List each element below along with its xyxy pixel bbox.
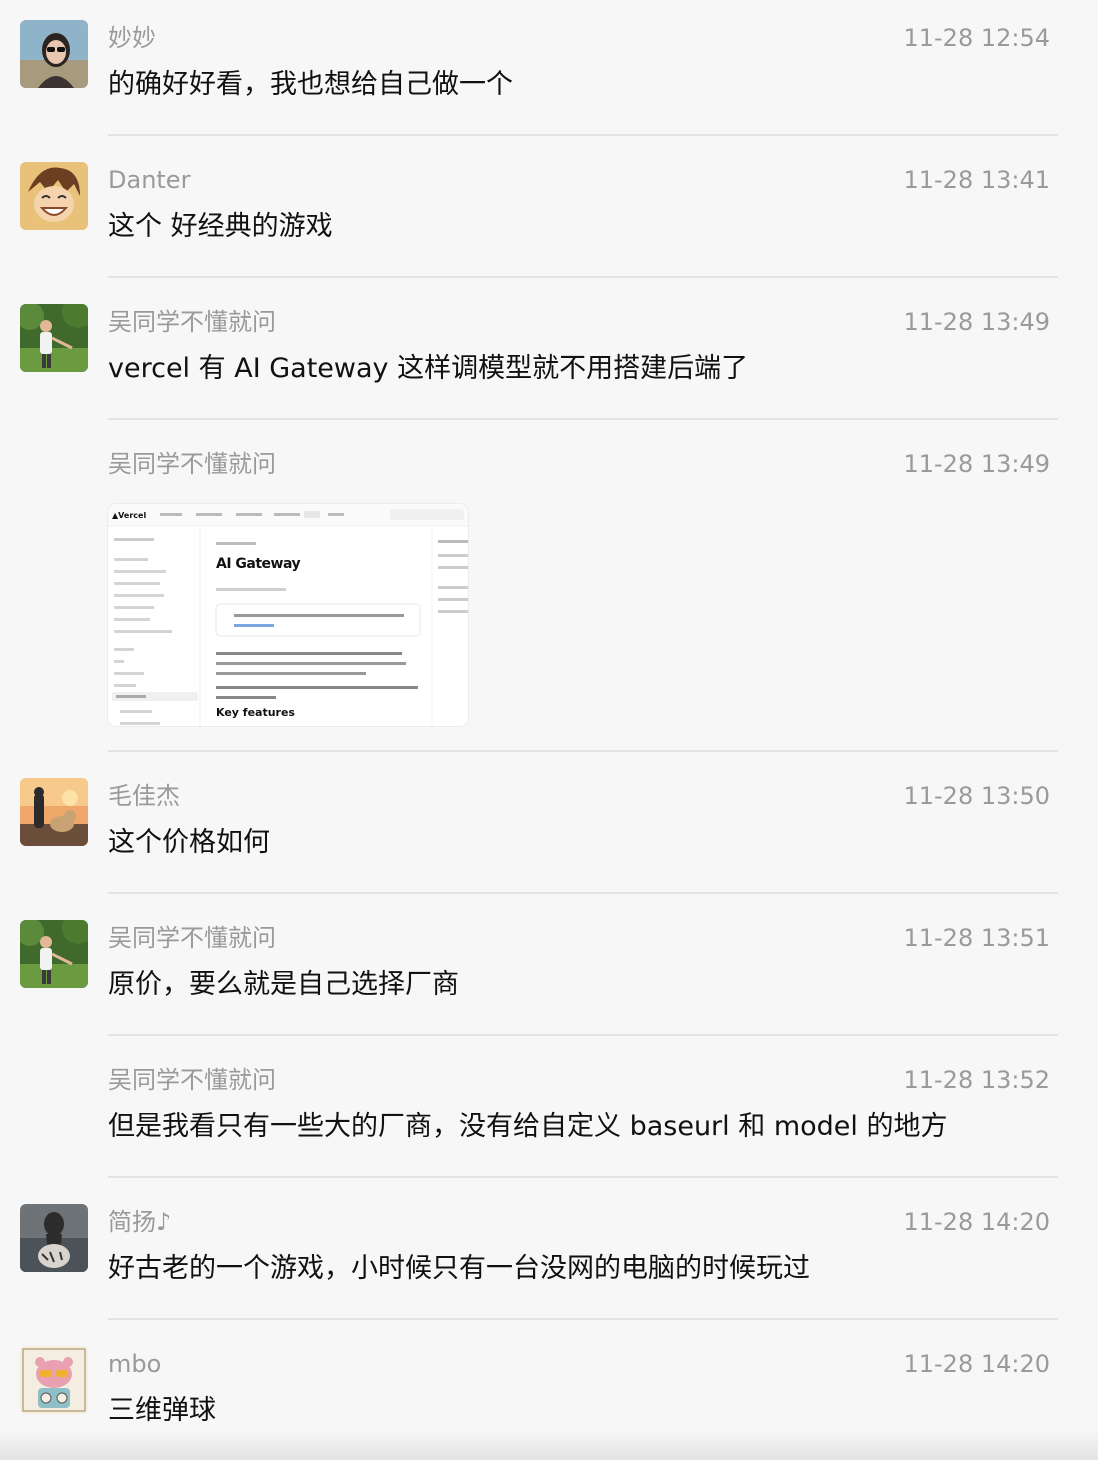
message-text: 三维弹球	[108, 1395, 216, 1426]
divider	[108, 1176, 1058, 1178]
message-text: 好古老的一个游戏，小时候只有一台没网的电脑的时候玩过	[108, 1253, 810, 1284]
timestamp: 11-28 13:52	[903, 1066, 1050, 1094]
user-name[interactable]: 妙妙	[108, 22, 156, 54]
bottom-shadow	[0, 1430, 1098, 1460]
image-brand: ▲Vercel	[112, 511, 147, 520]
user-avatar[interactable]	[20, 162, 88, 230]
divider	[108, 276, 1058, 278]
comment-list: 妙妙 11-28 12:54 的确好好看，我也想给自己做一个 Danter 11…	[0, 0, 1098, 1460]
user-name[interactable]: Danter	[108, 164, 190, 196]
user-name[interactable]: mbo	[108, 1348, 161, 1380]
timestamp: 11-28 12:54	[903, 24, 1050, 52]
message-text: vercel 有 AI Gateway 这样调模型就不用搭建后端了	[108, 353, 749, 384]
divider	[108, 134, 1058, 136]
user-avatar[interactable]	[20, 304, 88, 372]
image-attachment[interactable]: ▲Vercel AI Gateway Key features	[108, 504, 468, 726]
message-text: 这个 好经典的游戏	[108, 211, 333, 242]
user-name[interactable]: 吴同学不懂就问	[108, 922, 276, 954]
timestamp: 11-28 14:20	[903, 1208, 1050, 1236]
timestamp: 11-28 13:41	[903, 166, 1050, 194]
user-name[interactable]: 毛佳杰	[108, 780, 180, 812]
timestamp: 11-28 13:49	[903, 308, 1050, 336]
divider	[108, 892, 1058, 894]
user-name[interactable]: 吴同学不懂就问	[108, 306, 276, 338]
image-subtitle: Key features	[216, 706, 295, 719]
divider	[108, 418, 1058, 420]
timestamp: 11-28 13:49	[903, 450, 1050, 478]
image-title: AI Gateway	[216, 556, 301, 572]
user-avatar[interactable]	[20, 1346, 88, 1414]
user-name[interactable]: 简扬♪	[108, 1206, 171, 1238]
timestamp: 11-28 13:51	[903, 924, 1050, 952]
message-text: 但是我看只有一些大的厂商，没有给自定义 baseurl 和 model 的地方	[108, 1111, 948, 1142]
user-name[interactable]: 吴同学不懂就问	[108, 448, 276, 480]
message-text: 原价，要么就是自己选择厂商	[108, 969, 459, 1000]
user-avatar[interactable]	[20, 920, 88, 988]
divider	[108, 750, 1058, 752]
user-avatar[interactable]	[20, 778, 88, 846]
timestamp: 11-28 14:20	[903, 1350, 1050, 1378]
divider	[108, 1034, 1058, 1036]
timestamp: 11-28 13:50	[903, 782, 1050, 810]
user-avatar[interactable]	[20, 1204, 88, 1272]
message-text: 的确好好看，我也想给自己做一个	[108, 69, 513, 100]
divider	[108, 1318, 1058, 1320]
user-name[interactable]: 吴同学不懂就问	[108, 1064, 276, 1096]
user-avatar[interactable]	[20, 20, 88, 88]
message-text: 这个价格如何	[108, 827, 270, 858]
